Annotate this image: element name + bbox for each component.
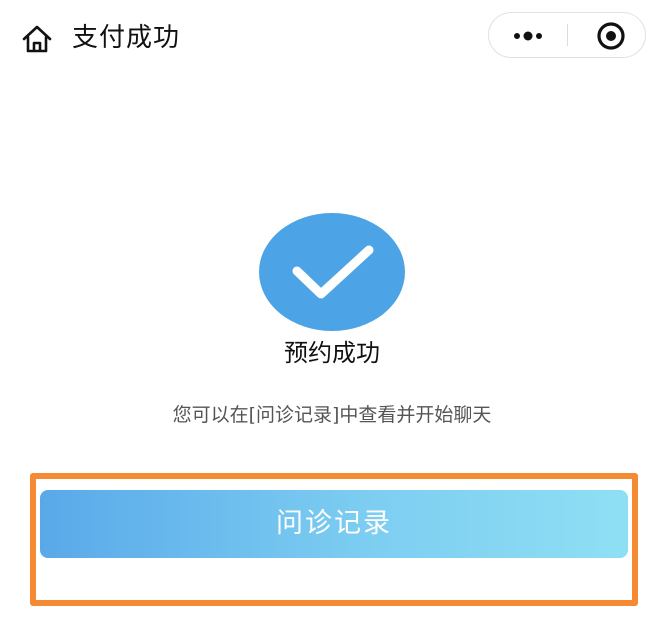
mini-program-capsule bbox=[488, 12, 646, 58]
page-title: 支付成功 bbox=[72, 23, 181, 53]
success-title: 预约成功 bbox=[284, 339, 380, 367]
navigation-bar: 支付成功 bbox=[0, 0, 664, 76]
target-circle-icon bbox=[597, 22, 625, 50]
home-button[interactable] bbox=[20, 22, 54, 56]
success-description: 您可以在[问诊记录]中查看并开始聊天 bbox=[172, 404, 492, 426]
close-button[interactable] bbox=[568, 13, 646, 57]
consultation-records-button[interactable]: 问诊记录 bbox=[40, 490, 628, 558]
more-dots-icon bbox=[514, 31, 542, 41]
home-outline-icon bbox=[22, 25, 52, 53]
check-circle-icon bbox=[259, 212, 405, 332]
more-button[interactable] bbox=[489, 13, 567, 57]
